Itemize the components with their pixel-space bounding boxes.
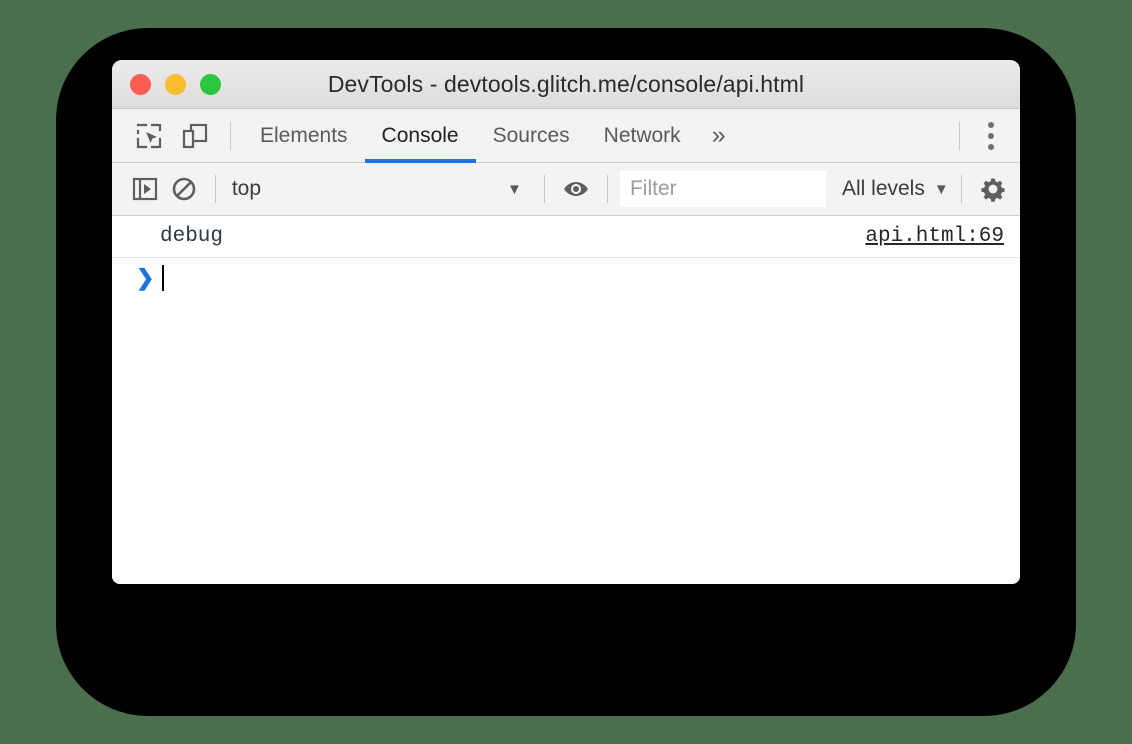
tab-bar-right-divider [959,121,960,150]
console-sidebar-icon[interactable] [126,167,164,211]
minimize-window-button[interactable] [165,73,186,95]
inspect-element-icon[interactable] [126,114,172,158]
console-toolbar-divider-3 [607,175,608,203]
prompt-arrow-icon: ❯ [136,265,155,290]
tab-bar-right [947,116,1010,156]
console-toolbar-divider-1 [214,175,216,203]
console-message-list[interactable]: debug api.html:69 ❯ [112,216,1020,584]
window-title: DevTools - devtools.glitch.me/console/ap… [327,70,805,97]
zoom-window-button[interactable] [200,73,221,95]
log-level-value: All levels [841,177,925,200]
tab-network[interactable]: Network [587,109,698,162]
console-toolbar: top ▼ All levels ▼ [112,163,1020,216]
tab-elements-label: Elements [260,123,348,147]
tab-bar-left-icons [126,114,218,158]
execution-context-value: top [231,177,262,200]
devtools-window: DevTools - devtools.glitch.me/console/ap… [112,60,1020,584]
log-level-selector[interactable]: All levels ▼ [842,177,949,201]
chevron-down-icon: ▼ [506,180,522,198]
console-message-text: debug [160,225,224,248]
title-bar: DevTools - devtools.glitch.me/console/ap… [112,60,1020,109]
tab-bar-divider [230,121,231,150]
console-toolbar-divider-2 [543,175,545,203]
filter-input[interactable] [619,171,826,207]
tab-elements[interactable]: Elements [243,109,365,162]
tab-console[interactable]: Console [364,109,476,163]
console-toolbar-divider-4 [960,175,962,203]
console-message-source-link[interactable]: api.html:69 [865,225,1004,248]
device-toolbar-icon[interactable] [172,114,218,158]
tab-console-label: Console [381,123,459,147]
more-tabs-button[interactable]: » [698,109,740,162]
tab-sources[interactable]: Sources [476,109,587,162]
more-vertical-icon[interactable] [972,116,1010,156]
settings-gear-icon[interactable] [974,167,1012,211]
traffic-lights [130,73,221,95]
chevron-down-icon: ▼ [933,180,949,198]
more-tabs-label: » [711,121,726,149]
clear-console-icon[interactable] [164,167,202,211]
console-prompt[interactable]: ❯ [112,258,1020,298]
text-cursor [162,265,164,291]
close-window-button[interactable] [130,73,151,95]
console-message-row[interactable]: debug api.html:69 [112,216,1020,258]
tab-network-label: Network [603,123,681,147]
tab-sources-label: Sources [492,123,570,147]
execution-context-selector[interactable]: top ▼ [228,177,532,201]
devtools-tab-bar: Elements Console Sources Network » [112,109,1020,163]
panel-tabs: Elements Console Sources Network » [243,109,740,163]
live-expression-eye-icon[interactable] [557,167,595,211]
